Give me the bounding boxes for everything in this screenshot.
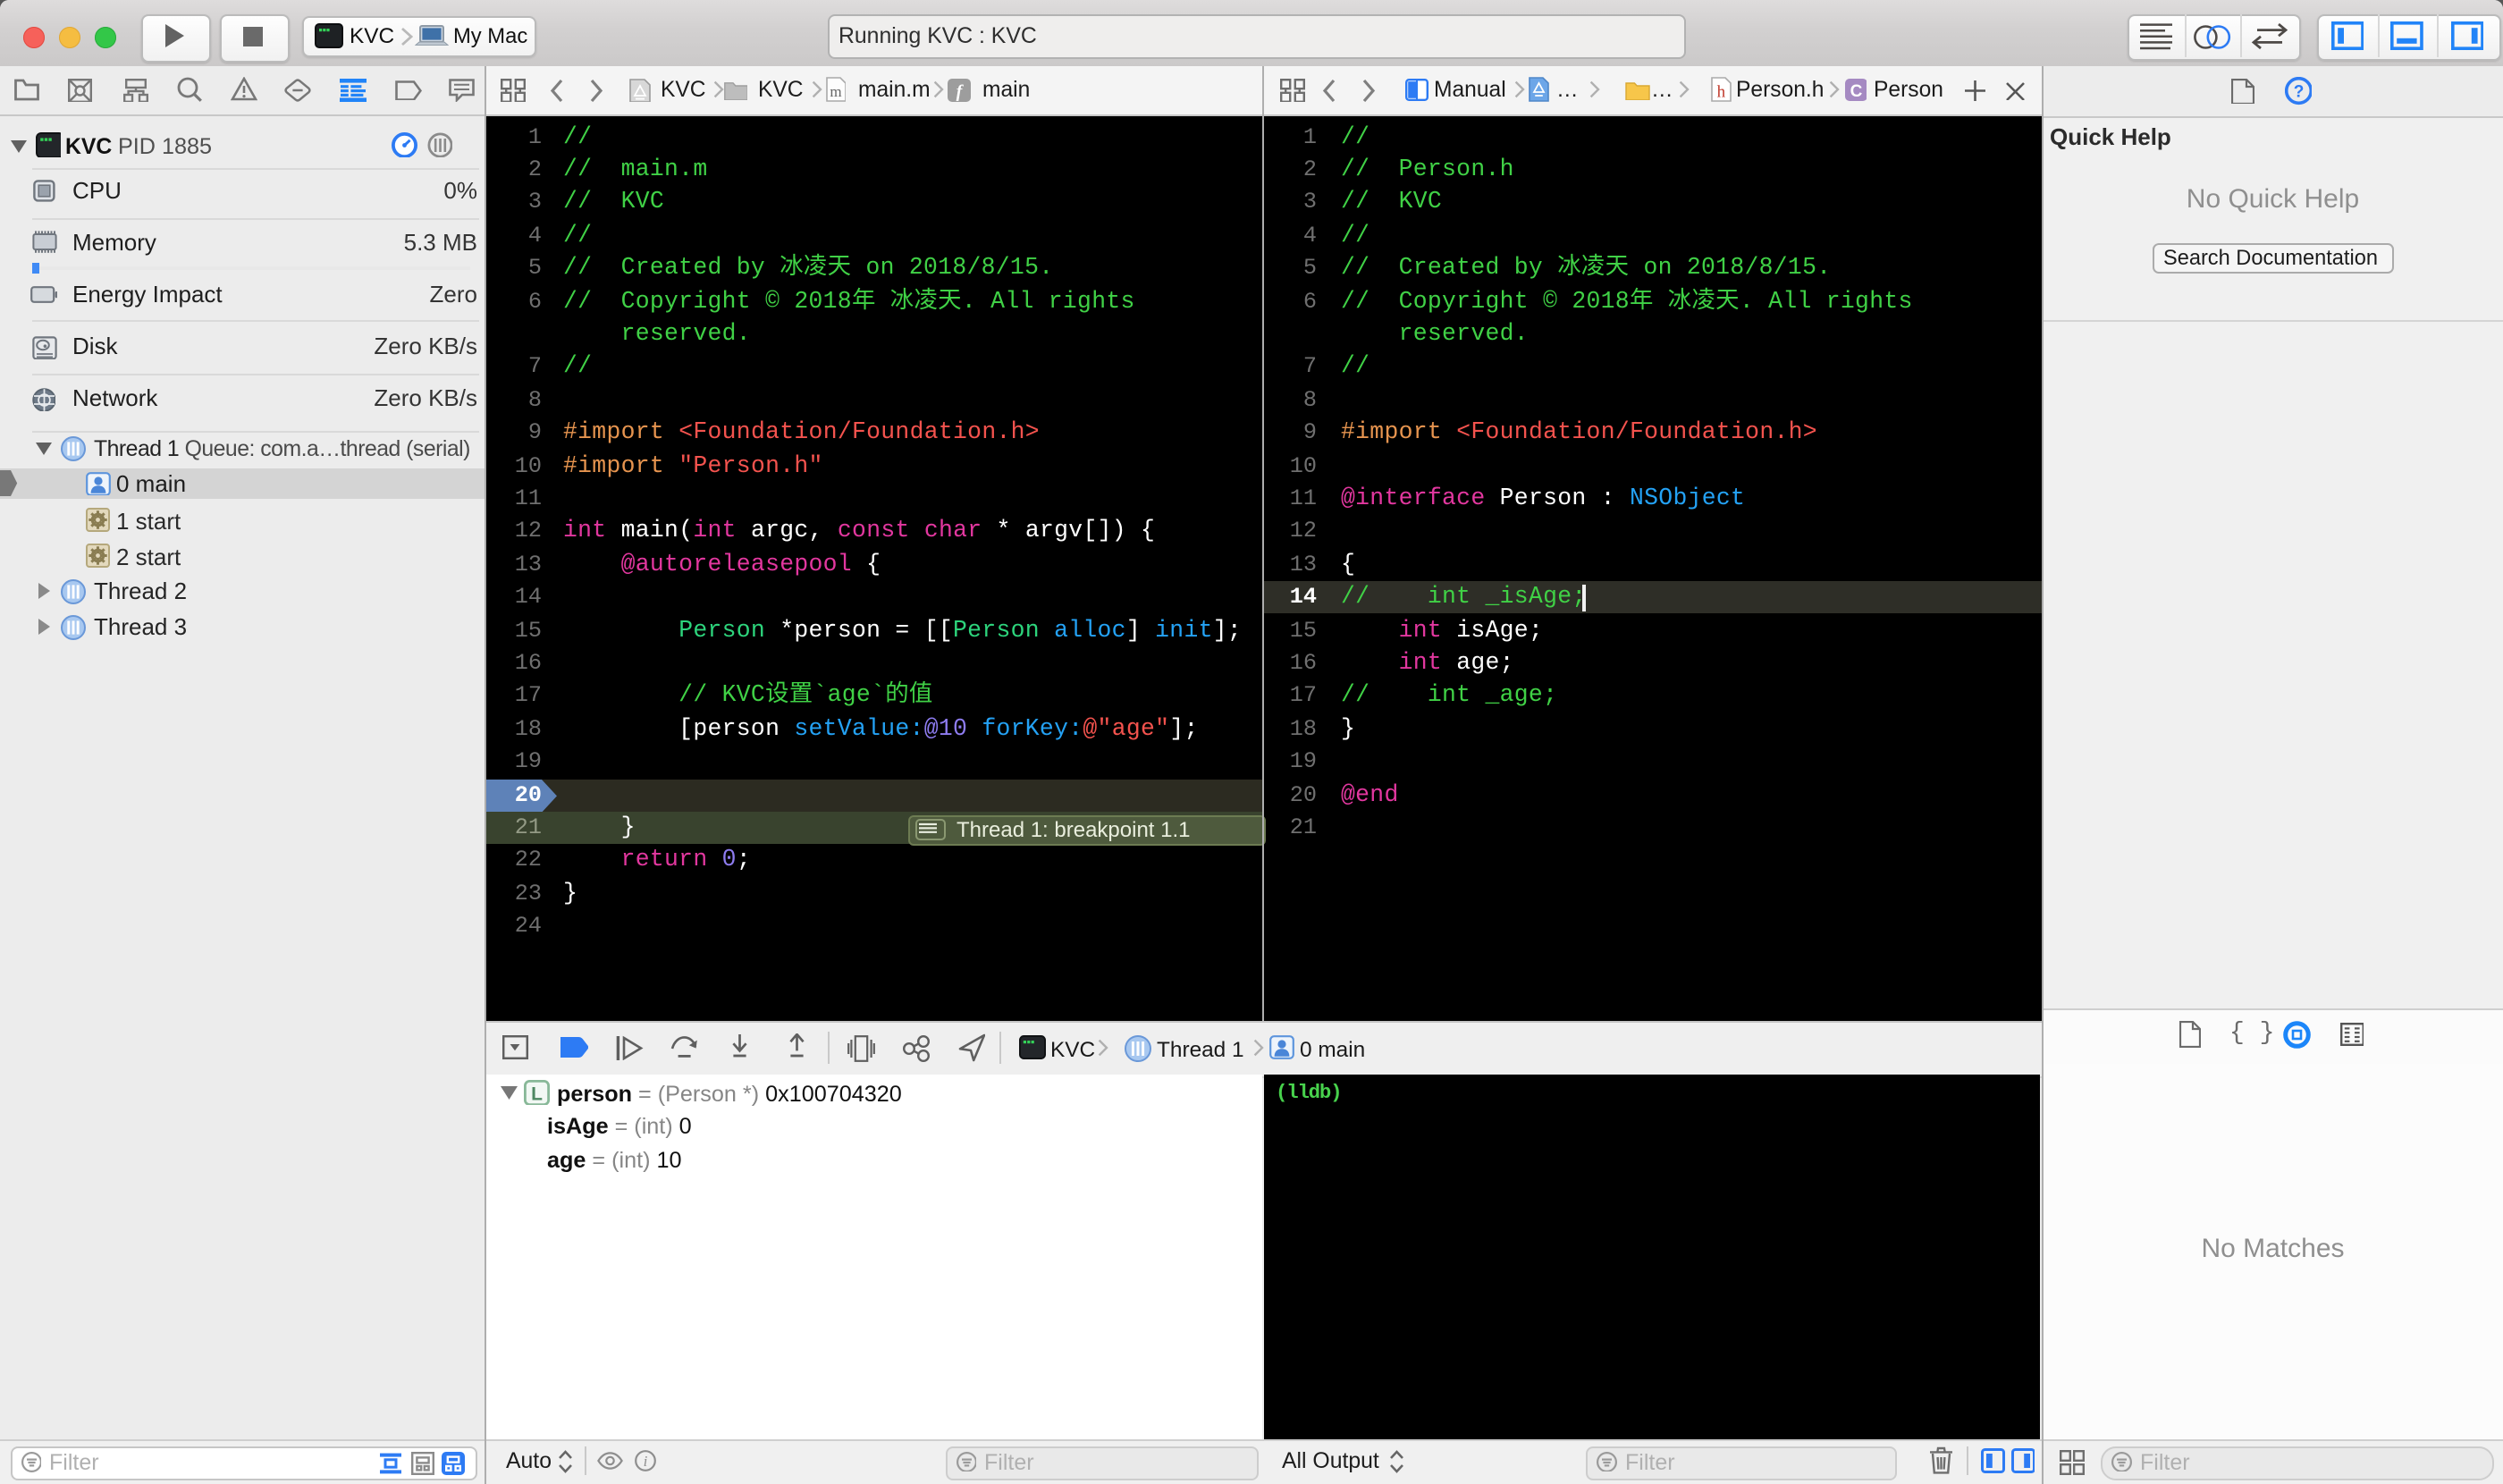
svg-text:?: ?	[2293, 83, 2304, 102]
svg-text:m: m	[829, 83, 840, 100]
svg-text:L: L	[531, 1083, 543, 1103]
svg-text:i: i	[644, 1453, 648, 1470]
svg-text:h: h	[1717, 82, 1726, 101]
svg-text:C: C	[1850, 82, 1862, 101]
